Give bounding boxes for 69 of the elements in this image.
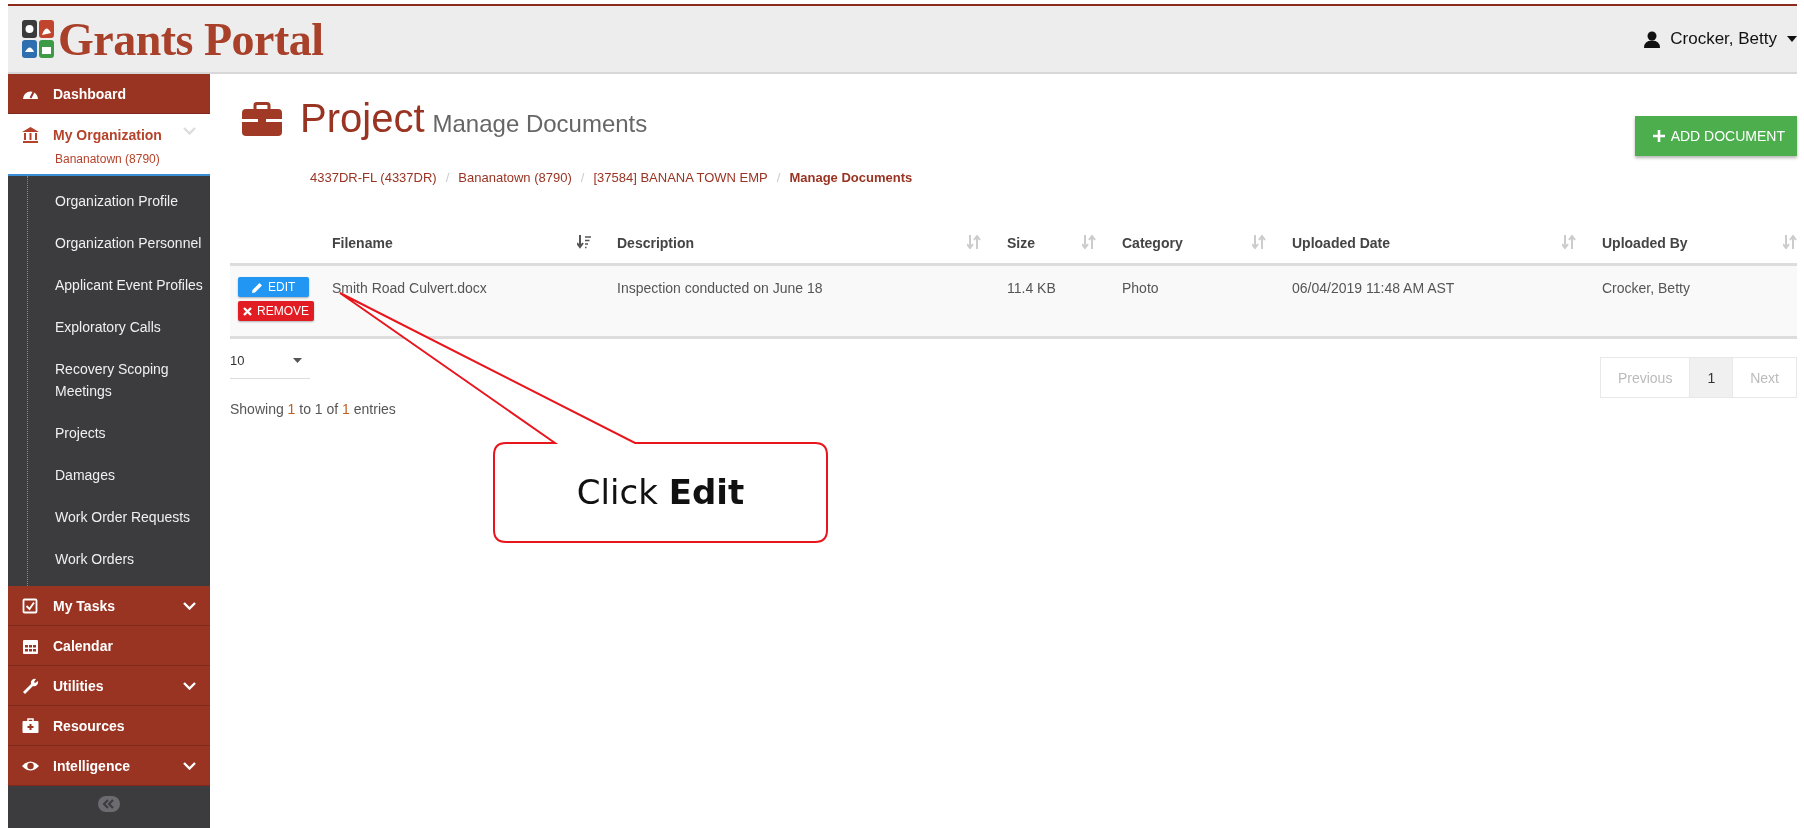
nav-item[interactable]: Intelligence <box>8 746 210 786</box>
caret-icon <box>293 358 302 363</box>
table-cell-text: 06/04/2019 11:48 AM AST <box>1291 279 1456 298</box>
chevron-icon <box>183 127 196 135</box>
submenu-item[interactable]: Work Orders <box>28 538 210 580</box>
sort-icon <box>577 235 591 249</box>
breadcrumb[interactable]: 4337DR-FL (4337DR) <box>310 170 437 185</box>
submenu-item[interactable]: Projects <box>28 412 210 454</box>
check-icon <box>22 597 39 614</box>
table-cell-text: Photo <box>1121 279 1160 298</box>
breadcrumb-separator: / <box>445 170 450 185</box>
table-cell-text: 11.4 KB <box>1006 279 1057 298</box>
page-subtitle: Manage Documents <box>432 110 648 138</box>
nav-item[interactable]: Dashboard <box>8 74 210 114</box>
pencil-icon <box>252 281 263 293</box>
sort-icon <box>1252 235 1266 249</box>
logo-icon <box>21 19 55 59</box>
nav-item[interactable]: My Tasks <box>8 586 210 626</box>
submenu-item[interactable]: Organization Profile <box>28 180 210 222</box>
submenu-item[interactable]: Organization Personnel <box>28 222 210 264</box>
wrench-icon <box>22 677 39 694</box>
nav-item[interactable]: Utilities <box>8 666 210 706</box>
logo-text[interactable]: Grants Portal <box>58 12 324 66</box>
nav-item[interactable]: Calendar <box>8 626 210 666</box>
remove-button[interactable]: REMOVE <box>238 301 314 321</box>
entries-info: Showing 1 to 1 of 1 entries <box>230 401 396 417</box>
submenu-item[interactable]: Exploratory Calls <box>28 306 210 348</box>
column-header[interactable]: Size <box>997 235 1112 251</box>
breadcrumb[interactable]: Bananatown (8790) <box>458 170 572 185</box>
briefcase-icon <box>242 101 282 136</box>
chevron-icon <box>183 761 196 770</box>
page-length-select[interactable]: 10 <box>230 353 310 379</box>
bank-icon <box>22 127 39 143</box>
plus-icon <box>1652 130 1665 142</box>
column-header[interactable]: Category <box>1112 235 1282 251</box>
table-cell-text: Crocker, Betty <box>1601 279 1691 298</box>
submenu-item[interactable]: Work Order Requests <box>28 496 210 538</box>
close-icon <box>243 306 252 316</box>
medkit-icon <box>22 717 39 734</box>
page-title: Project <box>300 96 425 141</box>
column-header[interactable]: Description <box>607 235 997 251</box>
column-header[interactable]: Uploaded Date <box>1282 235 1592 251</box>
sort-icon <box>1562 235 1576 249</box>
organization-name: Bananatown (8790) <box>55 152 160 166</box>
submenu-item[interactable]: Damages <box>28 454 210 496</box>
chevron-icon <box>183 601 196 610</box>
pagination-button[interactable]: 1 <box>1690 358 1734 397</box>
user-icon <box>1644 30 1661 48</box>
sort-icon <box>1783 235 1797 249</box>
collapse-icon[interactable] <box>98 796 120 812</box>
sort-icon <box>1082 235 1096 249</box>
chevron-icon <box>183 681 196 690</box>
table-cell-text: Smith Road Culvert.docx <box>331 279 488 298</box>
user-menu[interactable]: Crocker, Betty <box>1644 29 1797 49</box>
nav-item[interactable]: My Organization Bananatown (8790) <box>8 114 210 176</box>
sort-icon <box>967 235 981 249</box>
breadcrumb-separator: / <box>580 170 585 185</box>
column-header[interactable]: Uploaded By <box>1592 235 1797 251</box>
submenu-item[interactable]: Applicant Event Profiles <box>28 264 210 306</box>
nav-item[interactable]: Resources <box>8 706 210 746</box>
calendar-icon <box>22 637 39 654</box>
column-header[interactable]: Filename <box>322 235 607 251</box>
table-cell-text: Inspection conducted on June 18 <box>616 279 824 298</box>
caret-icon <box>1787 36 1797 42</box>
callout-text: Click Edit <box>575 471 746 514</box>
submenu-item[interactable]: Recovery Scoping Meetings <box>28 348 210 412</box>
breadcrumb-separator: / <box>776 170 781 185</box>
breadcrumb[interactable]: [37584] BANANA TOWN EMP <box>593 170 768 185</box>
breadcrumb: Manage Documents <box>789 170 913 185</box>
